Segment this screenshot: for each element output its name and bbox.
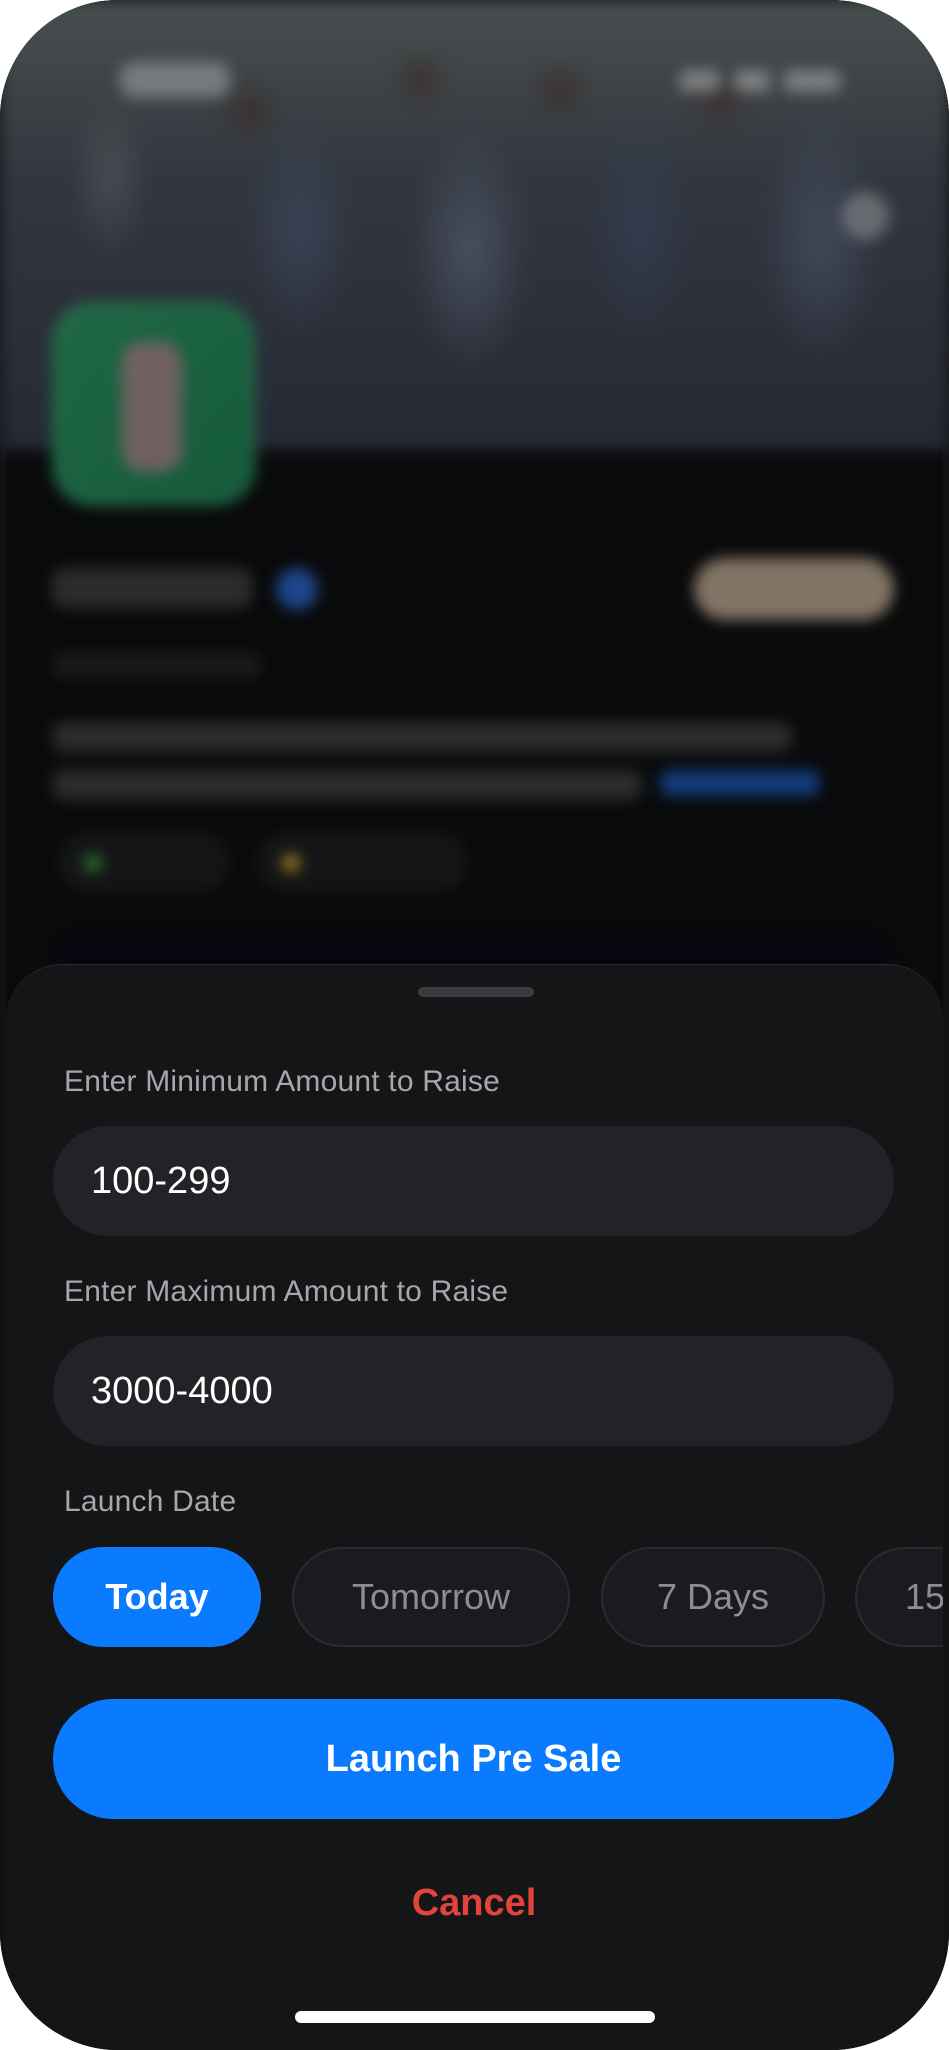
min-amount-input[interactable] bbox=[91, 1159, 894, 1203]
date-option-7-days[interactable]: 7 Days bbox=[601, 1547, 825, 1647]
presale-bottom-sheet: Enter Minimum Amount to Raise Enter Maxi… bbox=[6, 964, 943, 2050]
launch-date-options: Today Tomorrow 7 Days 15 bbox=[6, 1547, 943, 1649]
home-indicator[interactable] bbox=[295, 2011, 655, 2023]
date-option-tomorrow[interactable]: Tomorrow bbox=[292, 1547, 570, 1647]
min-amount-label: Enter Minimum Amount to Raise bbox=[64, 1065, 500, 1098]
min-amount-field[interactable] bbox=[53, 1126, 894, 1236]
sheet-grabber[interactable] bbox=[418, 987, 534, 997]
phone-screen: Enter Minimum Amount to Raise Enter Maxi… bbox=[0, 0, 949, 2050]
date-option-15[interactable]: 15 bbox=[855, 1547, 943, 1647]
date-option-today[interactable]: Today bbox=[53, 1547, 261, 1647]
max-amount-input[interactable] bbox=[91, 1369, 894, 1413]
cancel-button[interactable]: Cancel bbox=[324, 1863, 624, 1943]
max-amount-field[interactable] bbox=[53, 1336, 894, 1446]
max-amount-label: Enter Maximum Amount to Raise bbox=[64, 1275, 509, 1308]
launch-date-label: Launch Date bbox=[64, 1485, 237, 1518]
launch-pre-sale-button[interactable]: Launch Pre Sale bbox=[53, 1699, 894, 1819]
